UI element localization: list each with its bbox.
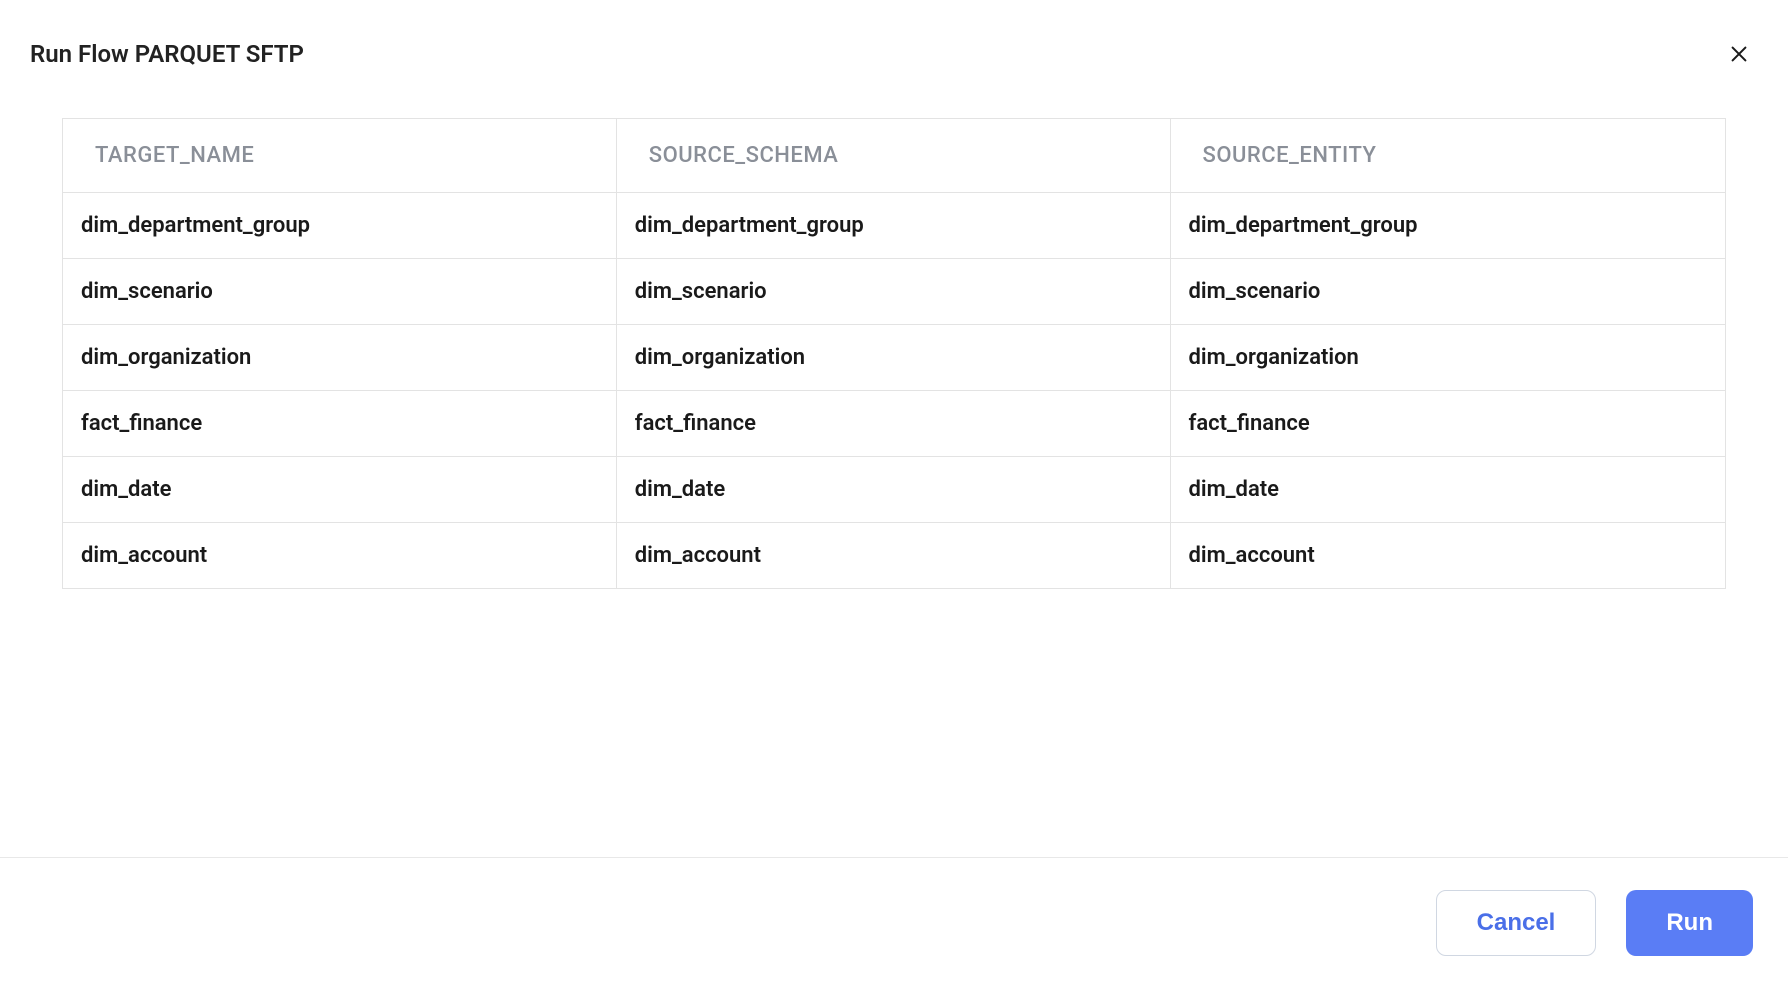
dialog-header: Run Flow PARQUET SFTP <box>0 0 1788 88</box>
dialog-footer: Cancel Run <box>0 857 1788 988</box>
column-header-target-name[interactable]: TARGET_NAME <box>63 119 617 193</box>
cell-source-entity: dim_scenario <box>1170 259 1725 325</box>
cell-target-name: dim_department_group <box>63 193 617 259</box>
cancel-button[interactable]: Cancel <box>1436 890 1597 956</box>
column-header-source-schema[interactable]: SOURCE_SCHEMA <box>616 119 1170 193</box>
cell-target-name: fact_finance <box>63 391 617 457</box>
cell-source-entity: fact_finance <box>1170 391 1725 457</box>
cell-source-schema: dim_date <box>616 457 1170 523</box>
table-row[interactable]: dim_scenario dim_scenario dim_scenario <box>63 259 1726 325</box>
cell-target-name: dim_scenario <box>63 259 617 325</box>
table-header-row: TARGET_NAME SOURCE_SCHEMA SOURCE_ENTITY <box>63 119 1726 193</box>
cell-target-name: dim_date <box>63 457 617 523</box>
dialog-title: Run Flow PARQUET SFTP <box>30 40 304 68</box>
table-row[interactable]: dim_organization dim_organization dim_or… <box>63 325 1726 391</box>
cell-source-entity: dim_organization <box>1170 325 1725 391</box>
column-header-source-entity[interactable]: SOURCE_ENTITY <box>1170 119 1725 193</box>
cell-target-name: dim_account <box>63 523 617 589</box>
cell-source-schema: dim_account <box>616 523 1170 589</box>
table-row[interactable]: dim_department_group dim_department_grou… <box>63 193 1726 259</box>
close-icon <box>1728 43 1750 65</box>
table-row[interactable]: dim_date dim_date dim_date <box>63 457 1726 523</box>
dialog-content: TARGET_NAME SOURCE_SCHEMA SOURCE_ENTITY … <box>0 88 1788 589</box>
close-button[interactable] <box>1725 40 1753 68</box>
table-row[interactable]: dim_account dim_account dim_account <box>63 523 1726 589</box>
cell-source-entity: dim_department_group <box>1170 193 1725 259</box>
cell-source-schema: dim_department_group <box>616 193 1170 259</box>
cell-source-schema: dim_organization <box>616 325 1170 391</box>
cell-target-name: dim_organization <box>63 325 617 391</box>
flow-table: TARGET_NAME SOURCE_SCHEMA SOURCE_ENTITY … <box>62 118 1726 589</box>
cell-source-entity: dim_account <box>1170 523 1725 589</box>
table-row[interactable]: fact_finance fact_finance fact_finance <box>63 391 1726 457</box>
run-button[interactable]: Run <box>1626 890 1753 956</box>
cell-source-entity: dim_date <box>1170 457 1725 523</box>
cell-source-schema: fact_finance <box>616 391 1170 457</box>
cell-source-schema: dim_scenario <box>616 259 1170 325</box>
